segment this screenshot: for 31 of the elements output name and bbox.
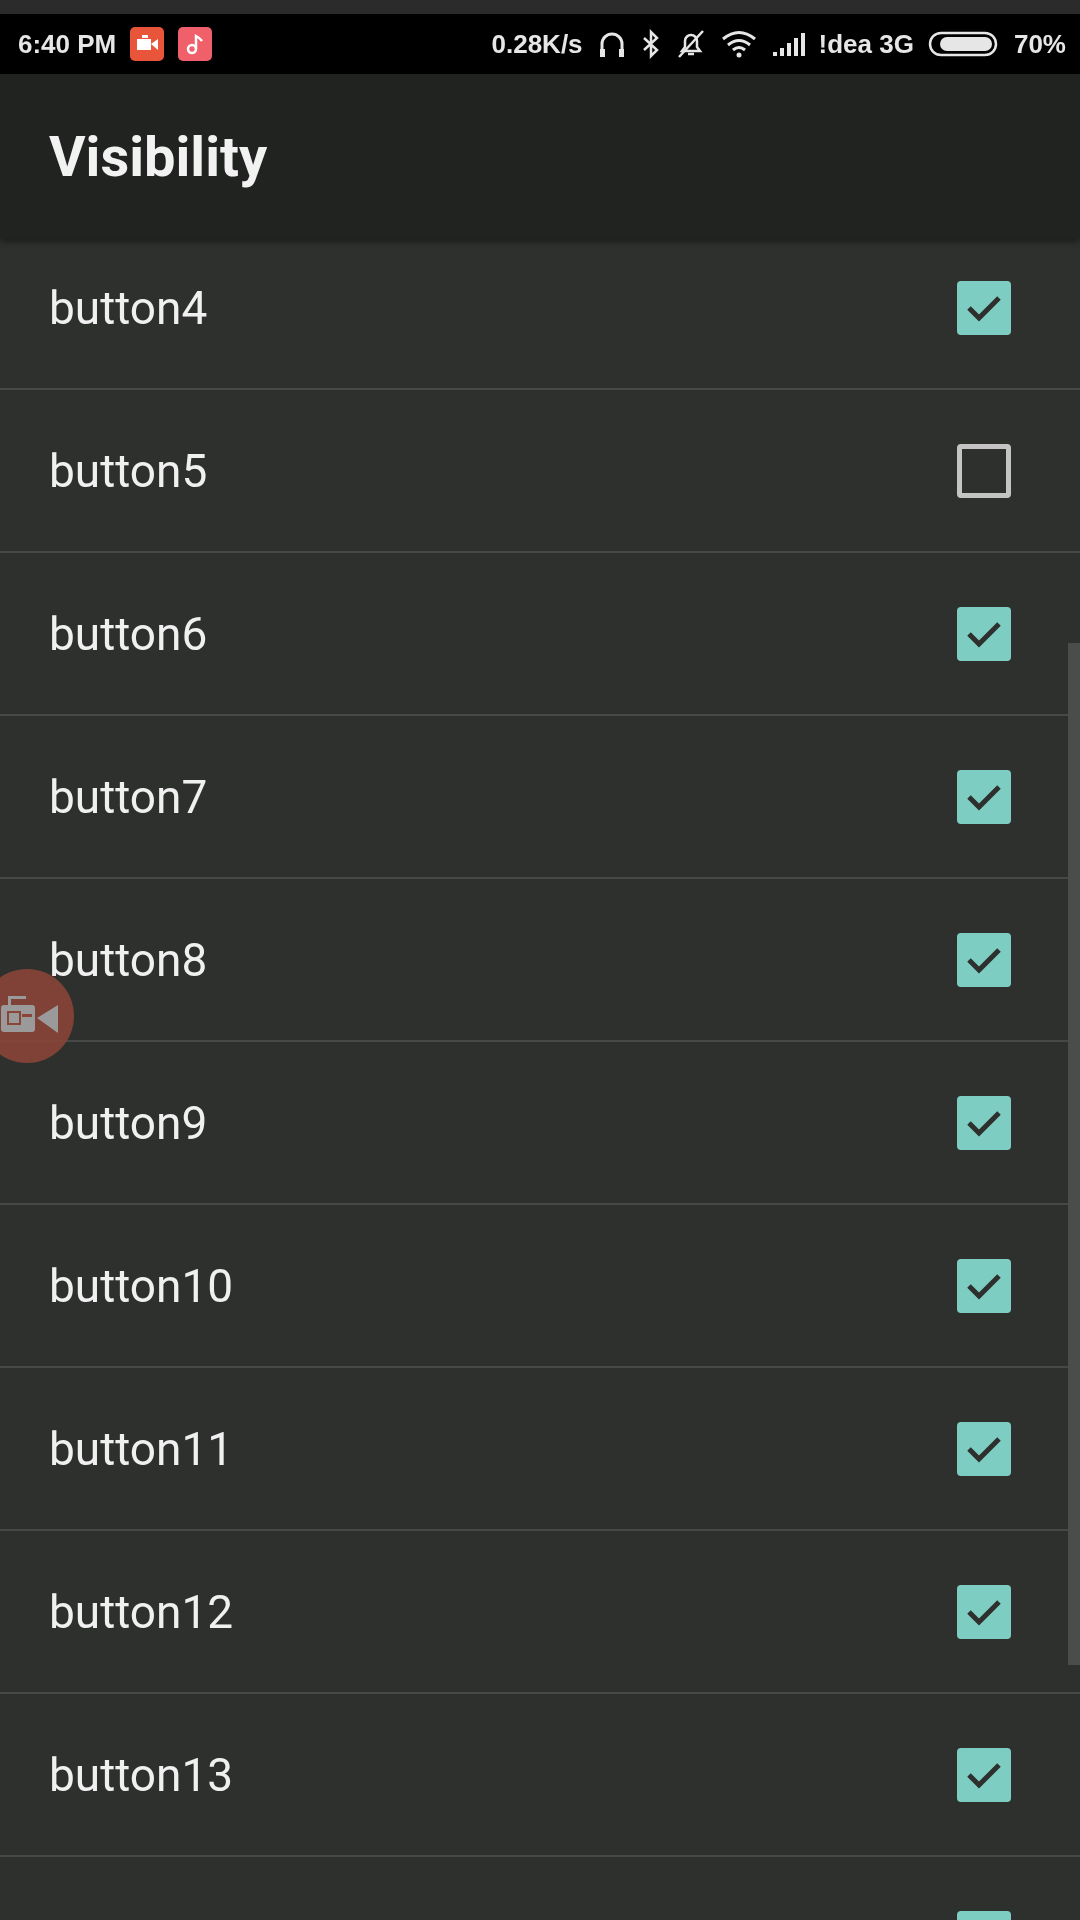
carrier-label: !dea 3G bbox=[818, 28, 914, 60]
item-label: button10 bbox=[49, 1258, 235, 1313]
battery-icon bbox=[927, 29, 1000, 59]
checkbox[interactable] bbox=[957, 1258, 1011, 1313]
item-label: button11 bbox=[49, 1421, 235, 1476]
item-label: button7 bbox=[49, 769, 209, 824]
item-label: button5 bbox=[49, 443, 209, 498]
network-speed: 0.28K/s bbox=[491, 28, 583, 60]
item-label: button12 bbox=[49, 1584, 235, 1639]
screen-title: Visibility bbox=[49, 123, 268, 190]
scrollbar[interactable] bbox=[1068, 643, 1080, 1665]
checkbox[interactable] bbox=[957, 606, 1011, 661]
checkbox[interactable] bbox=[957, 1095, 1011, 1150]
checkbox[interactable] bbox=[957, 769, 1011, 824]
time: 6:40 PM bbox=[18, 28, 117, 60]
item-label: button9 bbox=[49, 1095, 209, 1150]
item-label: button6 bbox=[49, 606, 209, 661]
video-camera-app-icon bbox=[130, 27, 165, 61]
wifi-icon bbox=[720, 30, 757, 58]
checkbox[interactable] bbox=[957, 280, 1011, 335]
item-label: button4 bbox=[49, 280, 209, 335]
checkbox[interactable] bbox=[957, 1747, 1011, 1802]
checkbox[interactable] bbox=[957, 1584, 1011, 1639]
checkbox[interactable] bbox=[957, 1421, 1011, 1476]
signal-icon bbox=[770, 30, 805, 58]
checkbox[interactable] bbox=[957, 443, 1011, 498]
item-label: button8 bbox=[49, 932, 209, 987]
item-label: button13 bbox=[49, 1747, 235, 1802]
battery-percent: 70% bbox=[1013, 28, 1066, 60]
checkbox[interactable] bbox=[957, 932, 1011, 987]
music-note-app-icon bbox=[178, 27, 213, 61]
